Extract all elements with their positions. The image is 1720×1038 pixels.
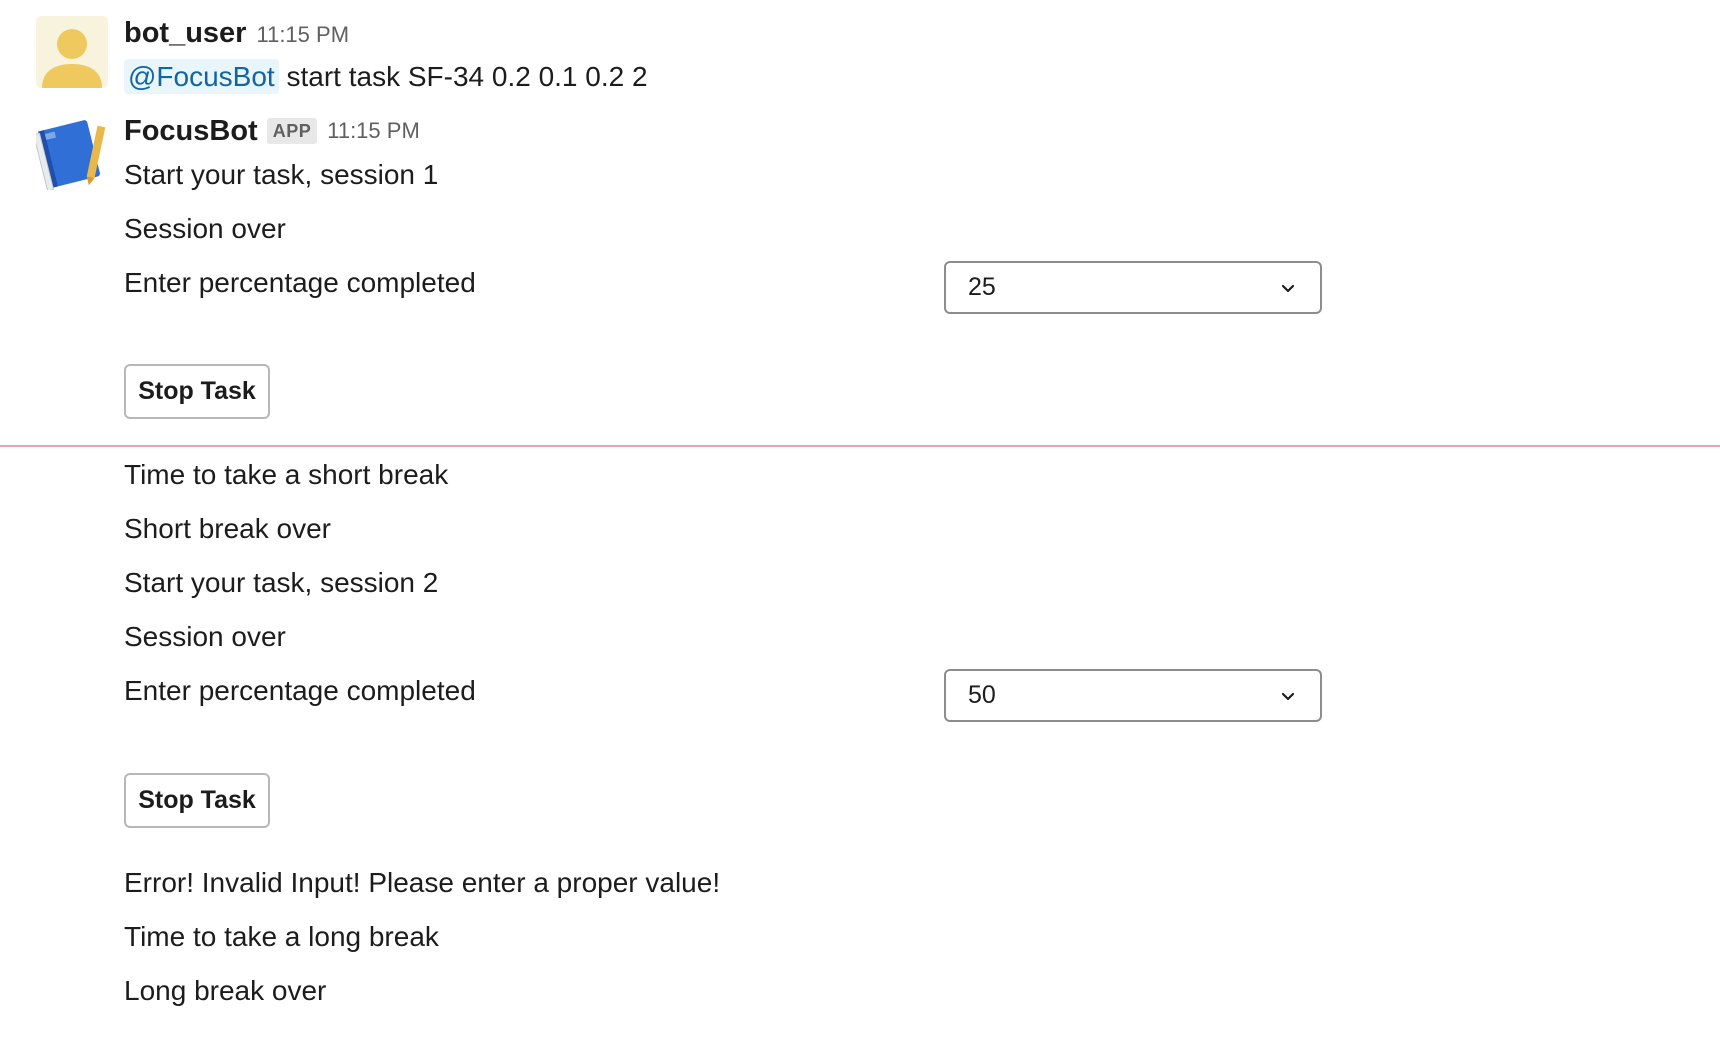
- bot-line: Start your task, session 2: [124, 567, 439, 598]
- stop-task-button[interactable]: Stop Task: [124, 773, 270, 828]
- notebook-pencil-icon: [33, 120, 106, 192]
- stop-task-button[interactable]: Stop Task: [124, 364, 270, 419]
- chevron-down-icon: [1281, 692, 1295, 700]
- mention-link[interactable]: @FocusBot: [124, 59, 279, 94]
- user-message-header: bot_user 11:15 PM: [124, 16, 349, 52]
- bot-avatar[interactable]: [33, 114, 108, 192]
- user-message-text: @FocusBot start task SF-34 0.2 0.1 0.2 2: [124, 59, 648, 95]
- user-avatar[interactable]: [36, 16, 108, 88]
- chevron-down-icon: [1281, 284, 1295, 292]
- bot-line: Start your task, session 1: [124, 159, 439, 190]
- percentage-prompt: Enter percentage completed: [124, 267, 476, 298]
- message-timestamp[interactable]: 11:15 PM: [256, 18, 349, 52]
- command-text: start task SF-34 0.2 0.1 0.2 2: [286, 61, 648, 92]
- bot-message-header: FocusBot APP 11:15 PM: [124, 114, 420, 148]
- bot-line: Session over: [124, 213, 286, 244]
- percentage-select[interactable]: 50: [944, 669, 1322, 722]
- sender-name[interactable]: FocusBot: [124, 114, 258, 148]
- bot-line: Time to take a long break: [124, 921, 439, 952]
- bot-line: Long break over: [124, 975, 327, 1006]
- percentage-prompt: Enter percentage completed: [124, 675, 476, 706]
- app-badge: APP: [266, 118, 318, 144]
- error-message: Error! Invalid Input! Please enter a pro…: [124, 867, 721, 898]
- percentage-select[interactable]: 25: [944, 261, 1322, 314]
- bot-line: Session over: [124, 621, 286, 652]
- bot-line: Time to take a short break: [124, 459, 449, 490]
- person-icon: [42, 29, 102, 88]
- select-value: 25: [968, 273, 996, 301]
- sender-name[interactable]: bot_user: [124, 16, 246, 50]
- bot-line: Short break over: [124, 513, 331, 544]
- new-messages-divider: [0, 445, 1720, 447]
- message-timestamp[interactable]: 11:15 PM: [327, 114, 420, 148]
- select-value: 50: [968, 681, 996, 709]
